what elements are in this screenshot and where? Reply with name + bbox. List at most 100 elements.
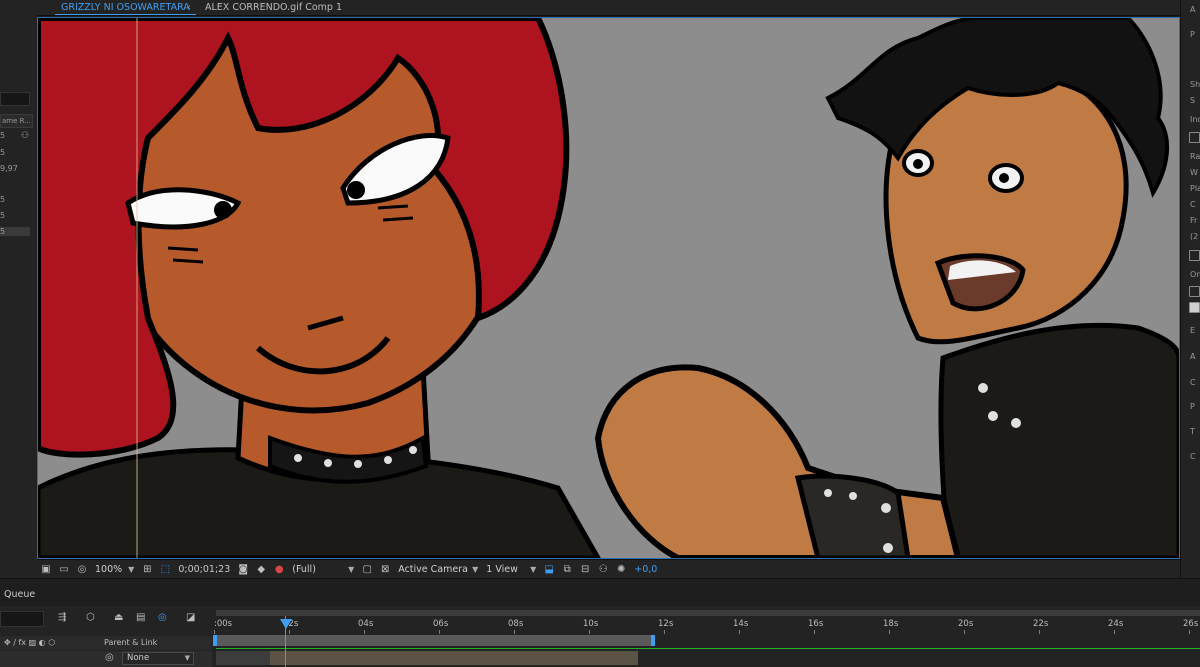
view-layout-dropdown[interactable]: 1 View ▼: [482, 562, 540, 577]
panel-label: (2: [1190, 232, 1199, 241]
resolution-dropdown[interactable]: (Full) ▼: [288, 562, 358, 577]
transparency-grid-icon[interactable]: ⊠: [376, 560, 394, 578]
panel-label: A: [1190, 352, 1196, 361]
layer-bar[interactable]: [270, 651, 638, 665]
option-checkbox-checked[interactable]: [1189, 302, 1200, 313]
tab-alex-correndo-comp[interactable]: ALEX CORRENDO.gif Comp 1: [205, 1, 342, 15]
ruler-tick: [214, 630, 215, 634]
color-channel-icon[interactable]: ●: [270, 560, 288, 578]
pick-whip-icon[interactable]: ◎: [105, 652, 114, 663]
project-item-value: 5: [0, 148, 6, 157]
project-item-value: 9,97: [0, 164, 18, 173]
ruler-tick: [889, 630, 890, 634]
composition-tab-bar: GRIZZLY NI OSOWARETARA ‹ ALEX CORRENDO.g…: [37, 0, 1180, 16]
always-preview-icon[interactable]: ▣: [37, 560, 55, 578]
ruler-tick: [1039, 630, 1040, 634]
ruler-tick: [739, 630, 740, 634]
work-area-start-handle[interactable]: [213, 635, 217, 646]
option-checkbox[interactable]: [1189, 286, 1200, 297]
comp-marker-icon[interactable]: ◪: [186, 612, 195, 623]
view-value: 1 View: [486, 563, 518, 575]
ruler-tick: [964, 630, 965, 634]
ruler-label: 10s: [583, 619, 599, 629]
panel-label: C: [1190, 200, 1196, 209]
ruler-label: 08s: [508, 619, 524, 629]
work-area-bar[interactable]: [216, 610, 1200, 616]
project-item-value: 5: [0, 195, 6, 204]
project-search-field[interactable]: [0, 92, 30, 106]
camera-value: Active Camera: [398, 563, 468, 575]
project-item-value: 5: [0, 131, 6, 140]
render-queue-tab[interactable]: Queue: [4, 589, 35, 600]
chevron-down-icon: ▼: [530, 564, 537, 574]
panel-label: C: [1190, 452, 1196, 461]
mask-visibility-icon[interactable]: ◎: [73, 560, 91, 578]
chevron-down-icon: ▼: [184, 654, 190, 662]
current-time-indicator[interactable]: [280, 619, 292, 629]
camera-icon[interactable]: ◙: [234, 560, 252, 578]
shy-layers-icon[interactable]: ⇶: [58, 612, 66, 623]
resolution-value: (Full): [292, 563, 316, 575]
ruler-label: 12s: [658, 619, 674, 629]
comp-flowchart-icon[interactable]: ⚇: [594, 560, 612, 578]
ruler-label: 22s: [1033, 619, 1049, 629]
work-area-end-handle[interactable]: [651, 635, 655, 646]
render-cache-indicator: [216, 648, 1200, 649]
ruler-tick: [814, 630, 815, 634]
panel-label: Fr: [1190, 216, 1198, 225]
magnification-dropdown[interactable]: 100% ▼: [91, 562, 138, 577]
panel-label: Pla: [1190, 184, 1200, 193]
show-snapshot-icon[interactable]: ◆: [252, 560, 270, 578]
fast-preview-icon[interactable]: ⧉: [558, 560, 576, 578]
tab-grizzly-comp[interactable]: GRIZZLY NI OSOWARETARA: [55, 1, 196, 15]
comp-frame-artwork: [38, 18, 1179, 558]
panel-label: E: [1190, 326, 1196, 335]
monitor-icon[interactable]: ▭: [55, 560, 73, 578]
motion-blur-icon[interactable]: ▤: [136, 612, 145, 623]
zoom-value: 100%: [95, 563, 123, 575]
frame-rate-column-header[interactable]: ame R...: [0, 114, 33, 128]
ruler-tick: [1189, 630, 1190, 634]
ruler-tick: [514, 630, 515, 634]
switches-icons[interactable]: ✥ ∕ fx ▨ ◐ ⬡: [4, 638, 55, 647]
panel-label: C: [1190, 378, 1196, 387]
draft-3d-icon[interactable]: ⬡: [86, 612, 95, 623]
chevron-down-icon: ▼: [472, 564, 479, 574]
chevron-down-icon: ▼: [128, 564, 135, 574]
project-item-value: 5: [0, 211, 6, 220]
composition-viewer[interactable]: [37, 17, 1180, 559]
project-item-value-selected[interactable]: 5: [0, 227, 30, 236]
properties-panel: A P Sh S Inc Ra W Pla C Fr (2 On E A C P…: [1180, 0, 1200, 578]
parent-link-header[interactable]: Parent & Link: [104, 638, 157, 647]
ruler-label: 04s: [358, 619, 374, 629]
tab-navigate-left-icon[interactable]: ‹: [187, 0, 191, 15]
panel-label: T: [1190, 427, 1195, 436]
option-checkbox[interactable]: [1189, 132, 1200, 143]
ruler-label: 24s: [1108, 619, 1124, 629]
fit-frame-icon[interactable]: ⊞: [138, 560, 156, 578]
ruler-tick: [439, 630, 440, 634]
option-checkbox[interactable]: [1189, 250, 1200, 261]
ruler-label: 20s: [958, 619, 974, 629]
exposure-reset-icon[interactable]: ✺: [612, 560, 630, 578]
project-panel: ame R... ⚇ 5 5 9,97 5 5 5: [0, 0, 37, 578]
layer-duration-bar[interactable]: [216, 635, 653, 646]
graph-editor-icon[interactable]: ◎: [158, 612, 167, 623]
camera-view-dropdown[interactable]: Active Camera ▼: [394, 562, 482, 577]
panel-label: Sh: [1190, 80, 1200, 89]
flowchart-icon[interactable]: ⚇: [21, 131, 29, 141]
toggle-pixel-aspect-icon[interactable]: ⬓: [540, 560, 558, 578]
current-time-display[interactable]: 0;00;01;23: [174, 564, 234, 575]
ruler-label: 14s: [733, 619, 749, 629]
panel-label: Inc: [1190, 115, 1200, 124]
timeline-search-input[interactable]: [0, 611, 44, 627]
exposure-value[interactable]: +0,0: [630, 564, 661, 575]
viewer-toolbar: ▣ ▭ ◎ 100% ▼ ⊞ ⬚ 0;00;01;23 ◙ ◆ ● (Full) ▼…: [37, 559, 1180, 578]
layer-column-header: ✥ ∕ fx ▨ ◐ ⬡ Parent & Link: [0, 636, 212, 650]
parent-dropdown[interactable]: None ▼: [122, 652, 194, 665]
title-action-safe-icon[interactable]: ⬚: [156, 560, 174, 578]
panel-label: S: [1190, 96, 1196, 105]
3d-view-icon[interactable]: ⊟: [576, 560, 594, 578]
frame-blending-icon[interactable]: ⏏: [114, 612, 123, 623]
region-of-interest-icon[interactable]: ▢: [358, 560, 376, 578]
